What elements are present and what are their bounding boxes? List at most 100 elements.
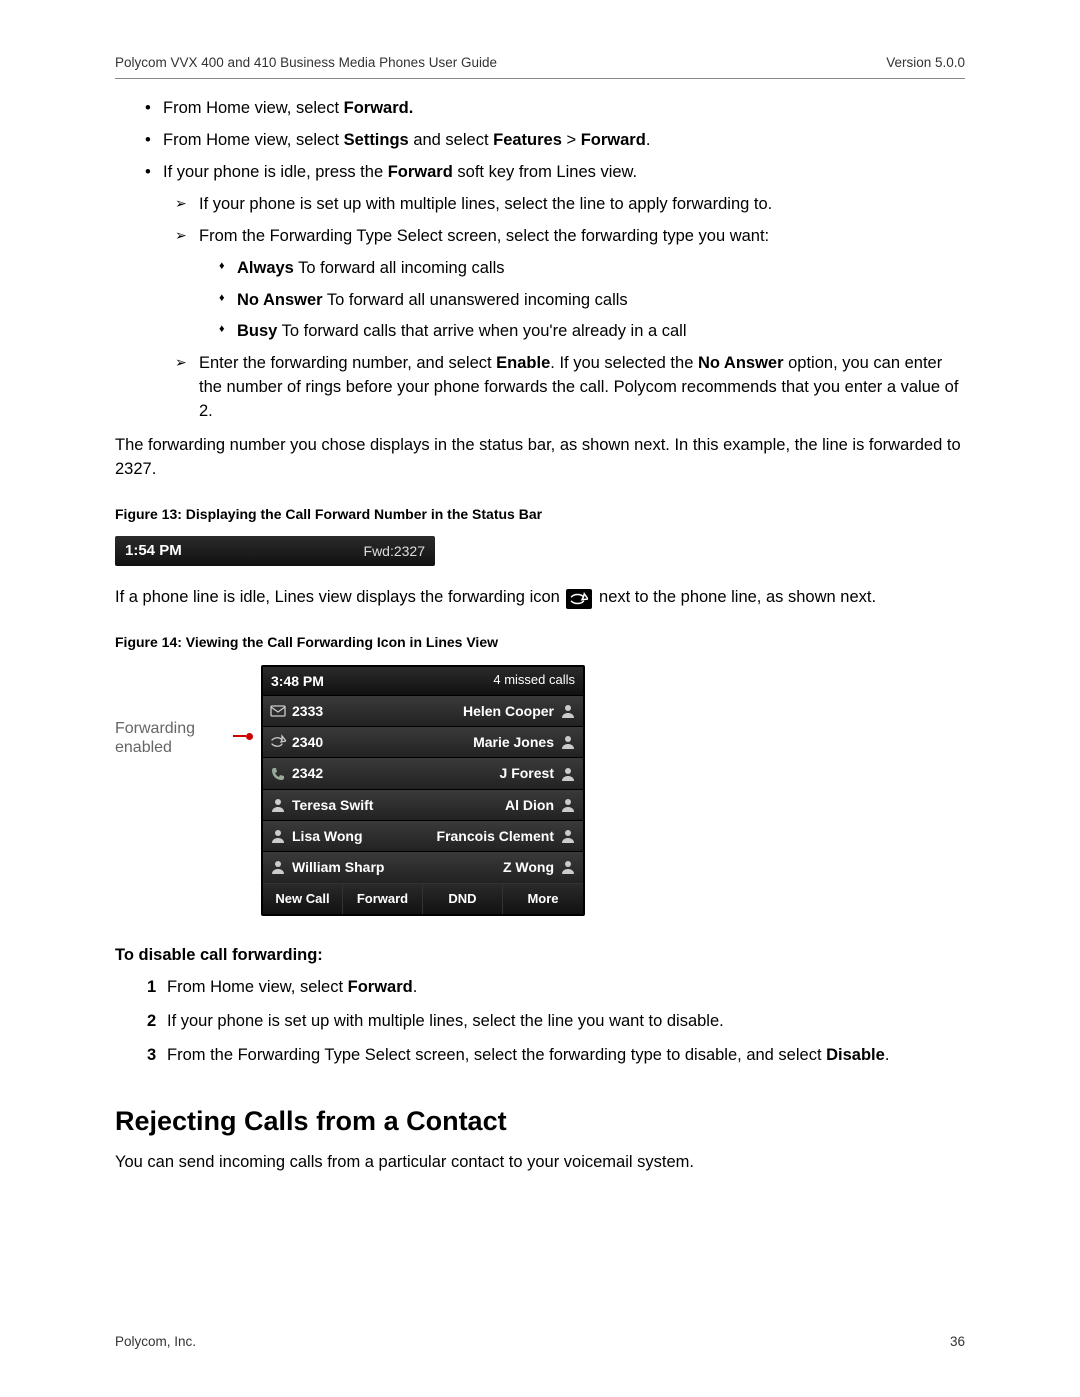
status-fwd: Fwd:2327 <box>364 541 425 561</box>
line-label: Marie Jones <box>430 732 554 752</box>
line-label: Z Wong <box>430 857 554 877</box>
text: . If you selected the <box>550 354 698 372</box>
footer-company: Polycom, Inc. <box>115 1334 196 1349</box>
paragraph: You can send incoming calls from a parti… <box>115 1151 965 1175</box>
text: Enter the forwarding number, and select <box>199 354 496 372</box>
person-icon <box>560 734 576 750</box>
diamond-list: Always To forward all incoming calls No … <box>115 257 965 345</box>
diamond-item: Always To forward all incoming calls <box>219 257 965 281</box>
diamond-item: No Answer To forward all unanswered inco… <box>219 289 965 313</box>
person-icon <box>560 859 576 875</box>
lines-topbar: 3:48 PM 4 missed calls <box>263 667 583 695</box>
disable-heading: To disable call forwarding: <box>115 944 965 968</box>
line-cell-right[interactable]: J Forest <box>423 757 583 788</box>
text: Forwarding <box>115 720 195 737</box>
line-label: 2333 <box>292 701 416 721</box>
bold: Always <box>237 259 294 277</box>
text: If a phone line is idle, Lines view disp… <box>115 588 564 606</box>
bold: Features <box>493 131 562 149</box>
line-cell-left[interactable]: William Sharp <box>263 851 423 882</box>
figure-13-caption: Figure 13: Displaying the Call Forward N… <box>115 504 965 524</box>
bold: Forward <box>581 131 646 149</box>
softkey-more[interactable]: More <box>503 884 583 915</box>
doc-title: Polycom VVX 400 and 410 Business Media P… <box>115 55 497 70</box>
callout-label: Forwarding enabled <box>115 665 225 757</box>
softkey-new-call[interactable]: New Call <box>263 884 343 915</box>
softkey-bar: New CallForwardDNDMore <box>263 883 583 915</box>
arrow-list-2: Enter the forwarding number, and select … <box>115 352 965 424</box>
page: Polycom VVX 400 and 410 Business Media P… <box>0 0 1080 1397</box>
person-icon <box>560 766 576 782</box>
bold: No Answer <box>237 291 323 309</box>
bold: Forward <box>388 163 453 181</box>
text: . <box>646 131 651 149</box>
text: . <box>413 978 418 996</box>
line-label: 2342 <box>292 763 416 783</box>
phone-icon <box>270 766 286 782</box>
callout-line <box>233 665 253 740</box>
rejecting-calls-heading: Rejecting Calls from a Contact <box>115 1102 965 1141</box>
arrow-item: From the Forwarding Type Select screen, … <box>175 225 965 249</box>
line-label: Al Dion <box>430 795 554 815</box>
text: If your phone is idle, press the <box>163 163 388 181</box>
person-icon <box>560 703 576 719</box>
missed-calls: 4 missed calls <box>493 671 575 690</box>
line-label: 2340 <box>292 732 416 752</box>
text: next to the phone line, as shown next. <box>599 588 876 606</box>
numbered-list: 1From Home view, select Forward. 2If you… <box>115 976 965 1068</box>
step-1: 1From Home view, select Forward. <box>147 976 965 1000</box>
line-cell-left[interactable]: 2333 <box>263 695 423 726</box>
text: To forward all unanswered incoming calls <box>323 291 628 309</box>
person-icon <box>270 797 286 813</box>
page-header: Polycom VVX 400 and 410 Business Media P… <box>115 55 965 78</box>
bullet-item: From Home view, select Settings and sele… <box>145 129 965 153</box>
line-cell-right[interactable]: Al Dion <box>423 789 583 820</box>
bold: Enable <box>496 354 550 372</box>
person-icon <box>560 828 576 844</box>
line-label: William Sharp <box>292 857 416 877</box>
step-3: 3From the Forwarding Type Select screen,… <box>147 1044 965 1068</box>
step-2: 2If your phone is set up with multiple l… <box>147 1010 965 1034</box>
text: . <box>885 1046 890 1064</box>
arrow-item: Enter the forwarding number, and select … <box>175 352 965 424</box>
line-label: Helen Cooper <box>430 701 554 721</box>
line-label: Teresa Swift <box>292 795 416 815</box>
paragraph: The forwarding number you chose displays… <box>115 434 965 482</box>
line-cell-right[interactable]: Helen Cooper <box>423 695 583 726</box>
person-icon <box>560 797 576 813</box>
bullet-list-1: From Home view, select Forward. From Hom… <box>115 97 965 185</box>
bold: Disable <box>826 1046 885 1064</box>
text: From the Forwarding Type Select screen, … <box>167 1046 826 1064</box>
bold: Settings <box>344 131 409 149</box>
figure-14-caption: Figure 14: Viewing the Call Forwarding I… <box>115 632 965 652</box>
softkey-forward[interactable]: Forward <box>343 884 423 915</box>
line-cell-left[interactable]: Teresa Swift <box>263 789 423 820</box>
text: From Home view, select <box>163 99 344 117</box>
line-cell-left[interactable]: 2340 <box>263 726 423 757</box>
line-label: J Forest <box>430 763 554 783</box>
line-cell-right[interactable]: Marie Jones <box>423 726 583 757</box>
bold: No Answer <box>698 354 784 372</box>
line-cell-right[interactable]: Francois Clement <box>423 820 583 851</box>
paragraph: If a phone line is idle, Lines view disp… <box>115 586 965 610</box>
line-cell-right[interactable]: Z Wong <box>423 851 583 882</box>
text: From Home view, select <box>167 978 348 996</box>
line-cell-left[interactable]: Lisa Wong <box>263 820 423 851</box>
arrow-item: If your phone is set up with multiple li… <box>175 193 965 217</box>
text: To forward calls that arrive when you're… <box>277 322 686 340</box>
line-label: Francois Clement <box>430 826 554 846</box>
text: > <box>562 131 581 149</box>
bold: Forward <box>348 978 413 996</box>
softkey-dnd[interactable]: DND <box>423 884 503 915</box>
page-footer: Polycom, Inc. 36 <box>115 1334 965 1349</box>
lines-view-screen: 3:48 PM 4 missed calls 2333 Helen Cooper 2… <box>261 665 585 917</box>
lines-view-figure: Forwarding enabled 3:48 PM 4 missed call… <box>115 665 965 917</box>
line-cell-left[interactable]: 2342 <box>263 757 423 788</box>
bold: Busy <box>237 322 277 340</box>
text: If your phone is set up with multiple li… <box>167 1012 724 1030</box>
text: From Home view, select <box>163 131 344 149</box>
footer-page: 36 <box>950 1334 965 1349</box>
body: From Home view, select Forward. From Hom… <box>115 97 965 1175</box>
diamond-item: Busy To forward calls that arrive when y… <box>219 320 965 344</box>
lines-time: 3:48 PM <box>271 671 324 691</box>
